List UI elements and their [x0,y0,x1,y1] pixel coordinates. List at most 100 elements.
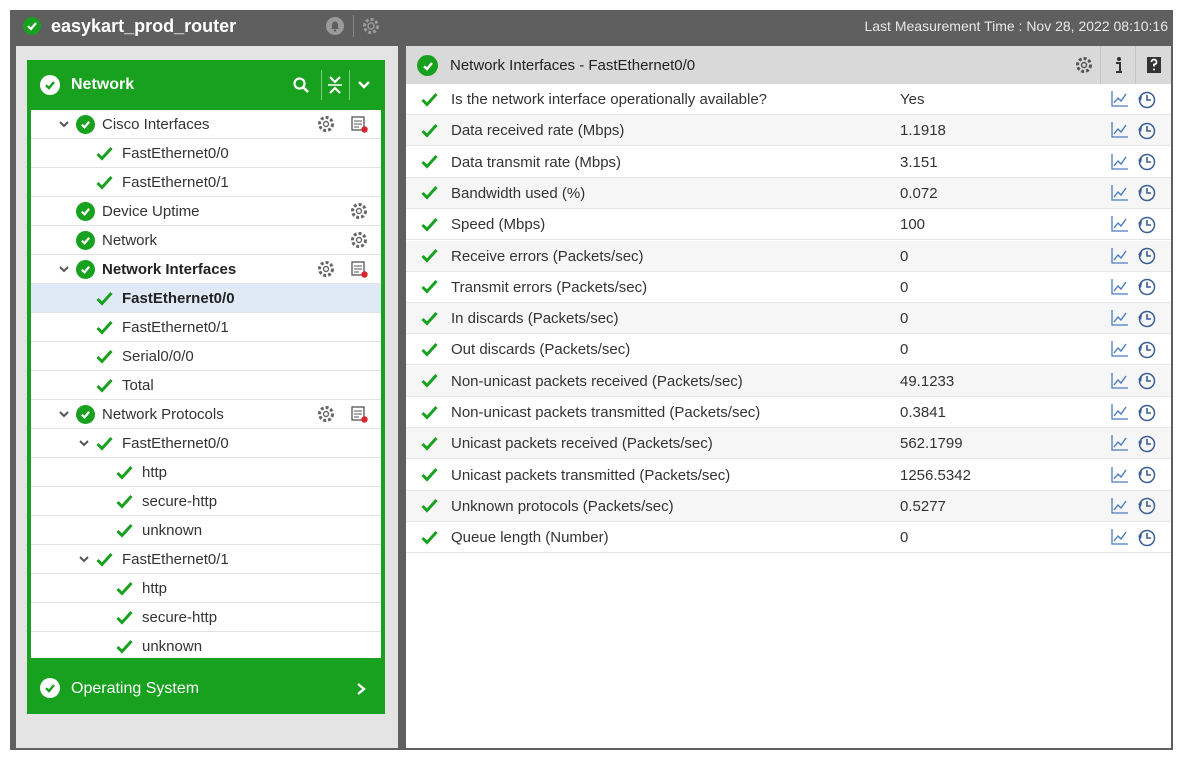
check-icon [420,247,438,265]
graph-icon[interactable] [1109,465,1129,485]
graph-icon[interactable] [1109,277,1129,297]
chevron-down-icon[interactable] [78,553,90,565]
measure-name: Speed (Mbps) [451,216,546,234]
tree-item-network[interactable]: Network [31,226,381,255]
status-check-icon [23,17,41,35]
help-icon[interactable] [1135,46,1171,84]
table-row[interactable]: Receive errors (Packets/sec) 0 [406,240,1171,272]
graph-icon[interactable] [1109,402,1129,422]
graph-icon[interactable] [1109,527,1129,547]
chevron-down-icon[interactable] [354,75,374,95]
check-icon [95,318,113,336]
report-icon[interactable] [349,404,369,424]
table-row[interactable]: Out discards (Packets/sec) 0 [406,334,1171,366]
chevron-down-icon[interactable] [58,408,70,420]
graph-icon[interactable] [1109,496,1129,516]
history-icon[interactable] [1136,246,1156,266]
history-icon[interactable] [1136,527,1156,547]
table-row[interactable]: Bandwidth used (%) 0.072 [406,177,1171,209]
graph-icon[interactable] [1109,371,1129,391]
chevron-down-icon[interactable] [78,437,90,449]
config-gear-icon[interactable] [360,15,382,37]
table-row[interactable]: Unicast packets transmitted (Packets/sec… [406,460,1171,491]
history-icon[interactable] [1136,120,1156,140]
table-row[interactable]: Transmit errors (Packets/sec) 0 [406,272,1171,303]
history-icon[interactable] [1136,308,1156,328]
tree-item-http[interactable]: http [31,458,381,487]
tree-item-protocols-fastethernet01[interactable]: FastEthernet0/1 [31,545,381,574]
history-icon[interactable] [1136,152,1156,172]
history-icon[interactable] [1136,496,1156,516]
tree-item-fastethernet00-selected[interactable]: FastEthernet0/0 [31,284,381,313]
tree-item-label: FastEthernet0/1 [122,551,229,568]
table-row[interactable]: Data received rate (Mbps) 1.1918 [406,115,1171,147]
tree-item-http[interactable]: http [31,574,381,603]
table-row[interactable]: Data transmit rate (Mbps) 3.151 [406,147,1171,178]
chevron-right-icon[interactable] [351,679,371,699]
header-divider [321,70,322,100]
alarm-icon[interactable] [324,15,346,37]
config-gear-icon[interactable] [316,404,336,424]
tree-item-serial000[interactable]: Serial0/0/0 [31,342,381,371]
tree-item-device-uptime[interactable]: Device Uptime [31,197,381,226]
config-gear-icon[interactable] [349,230,369,250]
history-icon[interactable] [1136,89,1156,109]
chevron-down-icon[interactable] [58,263,70,275]
table-row[interactable]: Non-unicast packets received (Packets/se… [406,365,1171,397]
tree-item-unknown[interactable]: unknown [31,516,381,545]
report-icon[interactable] [349,114,369,134]
config-gear-icon[interactable] [316,114,336,134]
tree-item-total[interactable]: Total [31,371,381,400]
table-row[interactable]: Non-unicast packets transmitted (Packets… [406,397,1171,428]
table-row[interactable]: Is the network interface operationally a… [406,84,1171,115]
history-icon[interactable] [1136,371,1156,391]
table-row[interactable]: Unknown protocols (Packets/sec) 0.5277 [406,490,1171,522]
graph-icon[interactable] [1109,183,1129,203]
graph-icon[interactable] [1109,308,1129,328]
tree-item-unknown[interactable]: unknown [31,632,381,661]
graph-icon[interactable] [1109,214,1129,234]
graph-icon[interactable] [1109,339,1129,359]
collapse-all-icon[interactable] [325,75,345,95]
layer-operating-system[interactable]: Operating System [27,662,385,714]
tree-item-protocols-fastethernet00[interactable]: FastEthernet0/0 [31,429,381,458]
check-icon [420,466,438,484]
tree-item-fastethernet01[interactable]: FastEthernet0/1 [31,313,381,342]
measure-name: Data transmit rate (Mbps) [451,153,622,171]
graph-icon[interactable] [1109,246,1129,266]
table-row[interactable]: Speed (Mbps) 100 [406,209,1171,241]
graph-icon[interactable] [1109,152,1129,172]
graph-icon[interactable] [1109,433,1129,453]
table-row[interactable]: In discards (Packets/sec) 0 [406,303,1171,335]
tree-item-fastethernet00[interactable]: FastEthernet0/0 [31,139,381,168]
tree-item-secure-http[interactable]: secure-http [31,603,381,632]
chevron-down-icon[interactable] [58,118,70,130]
layer-network-header[interactable]: Network [27,60,385,110]
tree-item-secure-http[interactable]: secure-http [31,487,381,516]
status-check-icon [76,202,95,221]
tree-item-network-interfaces[interactable]: Network Interfaces [31,255,381,284]
check-icon [95,550,113,568]
history-icon[interactable] [1136,402,1156,422]
config-gear-icon[interactable] [349,201,369,221]
table-row[interactable]: Unicast packets received (Packets/sec) 5… [406,428,1171,460]
history-icon[interactable] [1136,183,1156,203]
tree-item-network-protocols[interactable]: Network Protocols [31,400,381,429]
history-icon[interactable] [1136,277,1156,297]
history-icon[interactable] [1136,433,1156,453]
report-icon[interactable] [349,259,369,279]
history-icon[interactable] [1136,214,1156,234]
graph-icon[interactable] [1109,89,1129,109]
config-gear-icon[interactable] [316,259,336,279]
check-icon [420,121,438,139]
tree-item-fastethernet01[interactable]: FastEthernet0/1 [31,168,381,197]
tree-item-cisco-interfaces[interactable]: Cisco Interfaces [31,110,381,139]
history-icon[interactable] [1136,339,1156,359]
search-icon[interactable] [291,75,311,95]
table-row[interactable]: Queue length (Number) 0 [406,522,1171,554]
graph-icon[interactable] [1109,120,1129,140]
config-gear-icon[interactable] [1066,46,1102,84]
info-icon[interactable] [1100,46,1136,84]
history-icon[interactable] [1136,465,1156,485]
component-title: easykart_prod_router [51,16,237,36]
